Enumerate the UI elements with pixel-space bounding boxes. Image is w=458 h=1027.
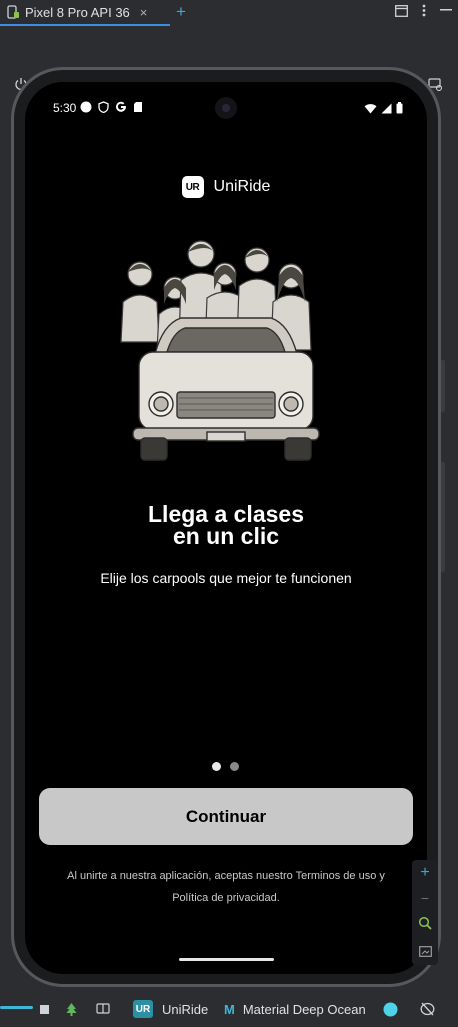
onboarding-headline: Llega a clases en un clic [25, 501, 427, 549]
page-dot-active[interactable] [212, 762, 221, 771]
tree-icon[interactable] [66, 998, 77, 1020]
theme-name: Material Deep Ocean [242, 1001, 366, 1017]
continue-button[interactable]: Continuar [39, 788, 413, 845]
status-time: 5:30 [53, 101, 77, 115]
brand-name: UniRide [213, 178, 271, 195]
zoom-panel: + − [412, 860, 438, 965]
onboarding-subtitle: Elije los carpools que mejor te funcione… [100, 570, 352, 586]
android-status-bar: 5:30 [25, 82, 427, 132]
headline-line-1: Llega a clases [148, 501, 304, 527]
tab-title: Pixel 8 Pro API 36 [25, 4, 130, 20]
uniride-logo: UR [181, 176, 204, 198]
minimize-icon[interactable] [440, 9, 452, 12]
emulator-toolbar [0, 34, 458, 91]
device-tab-icon [6, 5, 20, 19]
page-dot[interactable] [230, 762, 239, 771]
shield-icon [98, 100, 109, 118]
front-camera [215, 97, 237, 119]
theme-icon: M [224, 1001, 235, 1017]
project-name: UniRide [162, 1001, 209, 1017]
signal-icon [381, 101, 392, 119]
battery-icon [396, 101, 403, 119]
zoom-in-button[interactable]: + [412, 864, 438, 882]
emulator-tab-bar: Pixel 8 Pro API 36 × + [0, 0, 458, 26]
notifications-off-icon[interactable] [420, 998, 435, 1020]
theme-indicator[interactable]: M Material Deep Ocean [224, 998, 366, 1020]
notification-dot-icon [80, 100, 92, 118]
terms-line-2[interactable]: Política de privacidad. [25, 887, 427, 909]
zoom-fit-icon[interactable] [412, 916, 438, 935]
more-options-icon[interactable] [422, 4, 426, 17]
project-badge: UR [133, 1000, 153, 1018]
project-indicator[interactable]: UR UniRide [133, 998, 208, 1020]
tab-device[interactable]: Pixel 8 Pro API 36 × [6, 0, 170, 24]
book-icon[interactable] [96, 998, 110, 1020]
headline-line-2: en un clic [172, 523, 280, 549]
google-icon [115, 100, 127, 118]
page-indicator [212, 762, 239, 771]
new-tab-button[interactable]: + [176, 2, 186, 22]
background-task-progress [0, 1006, 33, 1009]
terms-line-1[interactable]: Al unirte a nuestra aplicación, aceptas … [25, 865, 427, 887]
zoom-out-button[interactable]: − [412, 890, 438, 906]
terms-notice: Al unirte a nuestra aplicación, aceptas … [25, 865, 427, 909]
screen-size-icon[interactable] [412, 944, 438, 962]
tab-close-button[interactable]: × [140, 5, 148, 20]
active-tab-indicator [0, 24, 170, 26]
window-layout-icon[interactable] [395, 4, 408, 17]
stop-icon[interactable] [40, 998, 49, 1020]
status-circle-icon[interactable] [383, 998, 398, 1020]
students-car-illustration [120, 240, 320, 461]
wifi-icon [364, 101, 377, 119]
gesture-nav-handle[interactable] [179, 958, 274, 961]
device-screen[interactable]: 5:30 UR UniRide Llega a clases en un cli… [25, 82, 427, 974]
sd-card-icon [133, 100, 143, 118]
app-brand: UR UniRide [25, 176, 427, 198]
